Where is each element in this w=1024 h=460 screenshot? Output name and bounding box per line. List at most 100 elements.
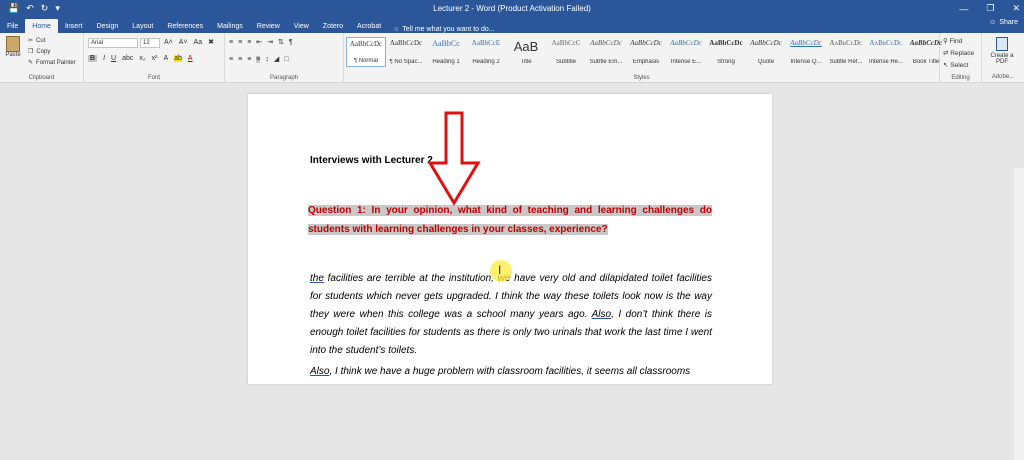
tell-me-search[interactable]: ○ Tell me what you want to do... <box>388 26 494 33</box>
style-name: Subtle Ref... <box>829 59 863 65</box>
replace-button[interactable]: ⇄ Replace <box>943 49 974 57</box>
answer-paragraph-2[interactable]: Also, I think we have a huge problem wit… <box>310 363 712 381</box>
customize-icon[interactable]: ▾ <box>55 4 60 13</box>
style-name: Heading 1 <box>432 59 460 65</box>
vertical-scrollbar[interactable] <box>1014 168 1024 460</box>
justify-icon[interactable]: ≡ <box>256 55 261 63</box>
clear-format-icon[interactable]: ✖ <box>208 38 214 46</box>
align-left-icon[interactable]: ≡ <box>229 56 233 63</box>
italic-icon[interactable]: I <box>103 55 105 62</box>
ribbon: Paste ✂ Cut ❐ Copy ✎ Format Painter Clipboa… <box>0 33 1024 83</box>
tab-home[interactable]: Home <box>25 19 58 33</box>
paragraph-list-tools: ≡ ≡ ≡ ⇤ ⇥ ⇅ ¶ <box>229 38 293 47</box>
bold-icon[interactable]: B <box>88 55 98 62</box>
style-title[interactable]: AaB Title <box>506 37 546 67</box>
tab-layout[interactable]: Layout <box>125 19 160 33</box>
cut-button[interactable]: ✂ Cut <box>28 37 45 45</box>
underline-icon[interactable]: U <box>111 55 116 62</box>
style-heading-1[interactable]: AaBbCc Heading 1 <box>426 37 466 67</box>
align-center-icon[interactable]: ≡ <box>238 56 242 63</box>
style-emphasis[interactable]: AaBbCcDc Emphasis <box>626 37 666 67</box>
tab-references[interactable]: References <box>160 19 210 33</box>
strikethrough-icon[interactable]: abc <box>122 55 133 62</box>
style-normal[interactable]: AaBbCcDc ¶ Normal <box>346 37 386 67</box>
paste-button[interactable]: Paste <box>4 36 22 58</box>
style-strong[interactable]: AaBbCcDc Strong <box>706 37 746 67</box>
format-painter-button[interactable]: ✎ Format Painter <box>28 59 76 67</box>
font-format-tools: B I U abc x₂ x² A ab A <box>88 55 193 62</box>
grow-font-icon[interactable]: A˄ <box>164 39 173 46</box>
shading-icon[interactable]: ◢ <box>274 55 279 63</box>
style-subtle-reference[interactable]: AaBbCcDc Subtle Ref... <box>826 37 866 67</box>
increase-indent-icon[interactable]: ⇥ <box>267 38 273 46</box>
undo-icon[interactable]: ↶ <box>26 4 34 13</box>
share-person-icon: ☺ <box>989 19 997 26</box>
font-name-box[interactable]: Arial <box>88 38 138 48</box>
bullets-icon[interactable]: ≡ <box>229 39 233 46</box>
style-preview: AaBbCcDc <box>349 40 383 48</box>
highlight-icon[interactable]: ab <box>174 55 182 62</box>
tab-mailings[interactable]: Mailings <box>210 19 250 33</box>
font-size-box[interactable]: 12 <box>140 38 160 48</box>
question-paragraph[interactable]: Question 1: In your opinion, what kind o… <box>308 201 712 239</box>
share-button[interactable]: ☺ Share <box>989 19 1018 26</box>
ribbon-tabs: File Home Insert Design Layout Reference… <box>0 17 1024 33</box>
find-label: Find <box>949 38 963 45</box>
text-cursor-icon: I <box>498 263 502 277</box>
show-marks-icon[interactable]: ¶ <box>289 39 293 46</box>
document-page[interactable]: Interviews with Lecturer 2 Question 1: I… <box>248 94 772 384</box>
superscript-icon[interactable]: x² <box>152 55 158 62</box>
style-heading-2[interactable]: AaBbCcE Heading 2 <box>466 37 506 67</box>
paste-label: Paste <box>5 52 21 58</box>
style-intense-quote[interactable]: AaBbCcDc Intense Q... <box>786 37 826 67</box>
style-no-spacing[interactable]: AaBbCcDc ¶ No Spac... <box>386 37 426 67</box>
line-spacing-icon[interactable]: ↕ <box>265 56 269 63</box>
question-text: Question 1: In your opinion, what kind o… <box>308 205 712 235</box>
find-button[interactable]: ⚲ Find <box>943 37 974 45</box>
tab-zotero[interactable]: Zotero <box>316 19 350 33</box>
style-preview: AaBbCcDc <box>790 39 822 47</box>
text-effects-icon[interactable]: A <box>163 55 168 62</box>
style-intense-reference[interactable]: AaBbCcDc Intense Re... <box>866 37 906 67</box>
change-case-icon[interactable]: Aa <box>194 39 203 46</box>
format-painter-label: Format Painter <box>36 59 76 66</box>
scissors-icon: ✂ <box>28 38 34 44</box>
answer-paragraph-1[interactable]: the facilities are terrible at the insti… <box>310 270 712 360</box>
style-subtle-emphasis[interactable]: AaBbCcDc Subtle Em... <box>586 37 626 67</box>
copy-label: Copy <box>36 48 51 55</box>
tab-acrobat[interactable]: Acrobat <box>350 19 388 33</box>
minimize-icon[interactable]: — <box>959 4 968 14</box>
shrink-font-icon[interactable]: A˅ <box>179 39 188 46</box>
multilevel-list-icon[interactable]: ≡ <box>247 39 251 46</box>
select-button[interactable]: ↖ Select <box>943 61 974 69</box>
style-quote[interactable]: AaBbCcDc Quote <box>746 37 786 67</box>
style-preview: AaBbCc <box>432 39 460 48</box>
tab-view[interactable]: View <box>287 19 316 33</box>
style-name: Title <box>520 59 532 65</box>
save-icon[interactable]: 💾 <box>8 4 19 13</box>
decrease-indent-icon[interactable]: ⇤ <box>256 38 262 46</box>
tab-file[interactable]: File <box>0 19 25 33</box>
window-controls: — ❐ ✕ <box>959 0 1020 17</box>
create-pdf-button[interactable]: Create a PDF <box>984 37 1020 65</box>
tab-design[interactable]: Design <box>89 19 125 33</box>
style-name: Heading 2 <box>472 59 500 65</box>
sort-icon[interactable]: ⇅ <box>278 38 284 46</box>
copy-button[interactable]: ❐ Copy <box>28 48 51 56</box>
font-color-icon[interactable]: A <box>188 55 193 62</box>
quick-access-toolbar: 💾 ↶ ↻ ▾ <box>0 4 110 13</box>
tab-insert[interactable]: Insert <box>58 19 90 33</box>
borders-icon[interactable]: □ <box>284 56 288 63</box>
redo-icon[interactable]: ↻ <box>41 4 49 13</box>
replace-label: Replace <box>950 50 975 57</box>
window-title: Lecturer 2 - Word (Product Activation Fa… <box>433 4 591 13</box>
numbering-icon[interactable]: ≡ <box>238 39 242 46</box>
close-icon[interactable]: ✕ <box>1012 3 1020 14</box>
style-subtitle[interactable]: AaBbCcC Subtitle <box>546 37 586 67</box>
tab-review[interactable]: Review <box>250 19 287 33</box>
align-right-icon[interactable]: ≡ <box>247 56 251 63</box>
restore-icon[interactable]: ❐ <box>986 3 994 14</box>
subscript-icon[interactable]: x₂ <box>139 55 145 62</box>
style-intense-emphasis[interactable]: AaBbCcDc Intense E... <box>666 37 706 67</box>
style-name: Intense Q... <box>790 59 822 65</box>
